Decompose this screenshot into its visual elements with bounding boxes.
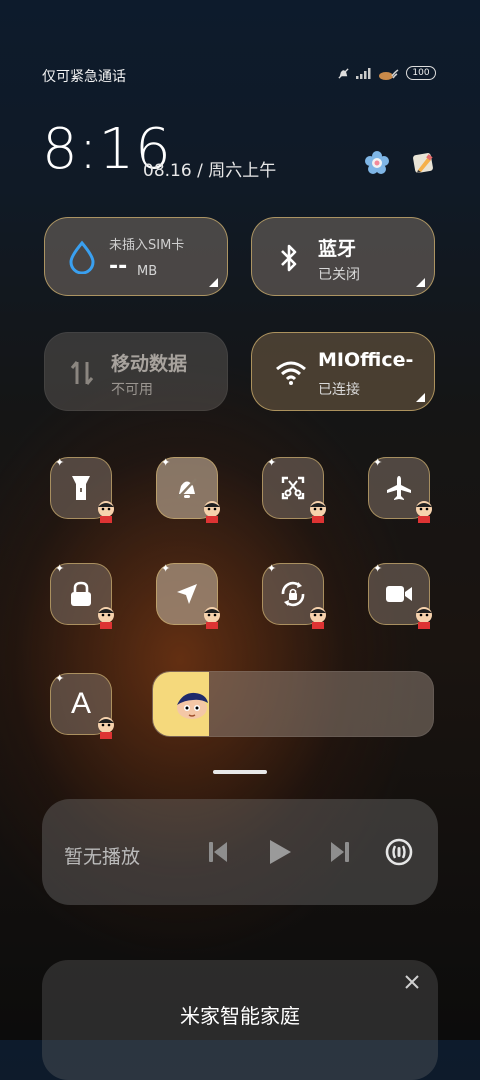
media-status-label: 暂无播放 bbox=[64, 846, 141, 868]
status-icons: 100 bbox=[337, 66, 436, 80]
bluetooth-status: 已关闭 bbox=[318, 267, 360, 283]
cartoon-sticker-icon bbox=[416, 501, 432, 523]
flower-settings-icon[interactable] bbox=[364, 150, 390, 180]
mute-bell-icon bbox=[177, 478, 197, 499]
video-icon bbox=[386, 586, 412, 602]
wlan-tile[interactable]: MIOffice- 已连接 bbox=[251, 332, 435, 411]
battery-icon: 100 bbox=[406, 66, 436, 80]
bluetooth-icon bbox=[281, 244, 297, 272]
mute-toggle[interactable]: ✦ bbox=[156, 456, 220, 523]
sparkle-icon: ✦ bbox=[161, 456, 171, 469]
location-toggle[interactable]: ✦ bbox=[156, 562, 220, 629]
mobile-data-title: 移动数据 bbox=[111, 353, 188, 375]
panel-drag-handle[interactable] bbox=[213, 770, 267, 774]
clock-date: 08.16 / 周六上午 bbox=[143, 161, 277, 181]
data-usage-tile[interactable]: 未插入SIM卡 -- MB bbox=[44, 217, 228, 296]
bluetooth-tile[interactable]: 蓝牙 已关闭 bbox=[251, 217, 435, 296]
wlan-status: 已连接 bbox=[318, 382, 360, 398]
cartoon-sticker-icon bbox=[204, 607, 220, 629]
droplet-icon bbox=[69, 240, 95, 274]
brightness-slider[interactable] bbox=[152, 671, 434, 737]
smart-home-title: 米家智能家庭 bbox=[180, 1004, 300, 1028]
expand-corner-icon bbox=[416, 393, 425, 402]
sparkle-icon: ✦ bbox=[161, 562, 171, 575]
smart-home-card[interactable]: 米家智能家庭 bbox=[42, 960, 438, 1080]
data-arrows-icon bbox=[70, 361, 94, 385]
previous-track-icon[interactable] bbox=[208, 841, 228, 863]
expand-corner-icon bbox=[416, 278, 425, 287]
data-usage-value: -- bbox=[109, 254, 128, 279]
sparkle-icon: ✦ bbox=[55, 562, 65, 575]
cartoon-face-icon bbox=[177, 692, 208, 719]
wlan-ssid: MIOffice- bbox=[318, 349, 414, 371]
data-usage-unit: MB bbox=[137, 264, 158, 279]
rotation-lock-toggle[interactable]: ✦ bbox=[262, 562, 326, 629]
cartoon-sticker-icon bbox=[98, 607, 114, 629]
bluetooth-title: 蓝牙 bbox=[318, 238, 357, 260]
cartoon-sticker-icon bbox=[98, 717, 114, 739]
screenshot-toggle[interactable]: ✦ bbox=[262, 456, 326, 523]
mobile-data-tile[interactable]: 移动数据 不可用 bbox=[44, 332, 228, 411]
mobile-data-status: 不可用 bbox=[111, 382, 153, 398]
carrier-status-text: 仅可紧急通话 bbox=[42, 69, 126, 85]
signal-icon bbox=[356, 68, 371, 79]
edit-pencil-icon[interactable] bbox=[410, 150, 436, 180]
screenshot-icon bbox=[281, 476, 305, 500]
sim-status-label: 未插入SIM卡 bbox=[109, 238, 185, 253]
cartoon-sticker-icon bbox=[98, 501, 114, 523]
auto-brightness-label: A bbox=[70, 687, 91, 720]
sparkle-icon: ✦ bbox=[55, 672, 65, 685]
rotation-lock-icon bbox=[281, 581, 305, 607]
cartoon-sticker-icon bbox=[310, 607, 326, 629]
sparkle-icon: ✦ bbox=[55, 456, 65, 469]
close-icon[interactable] bbox=[404, 974, 420, 990]
next-track-icon[interactable] bbox=[330, 841, 350, 863]
cartoon-sticker-icon bbox=[310, 501, 326, 523]
lock-screen-toggle[interactable]: ✦ bbox=[50, 562, 114, 629]
location-icon bbox=[177, 584, 197, 604]
silent-bell-icon bbox=[338, 67, 349, 79]
sparkle-icon: ✦ bbox=[373, 456, 383, 469]
wifi-signal-icon bbox=[276, 361, 306, 385]
wifi-icon bbox=[379, 69, 399, 80]
media-player-card: 暂无播放 bbox=[42, 799, 438, 905]
sparkle-icon: ✦ bbox=[267, 562, 277, 575]
play-icon[interactable] bbox=[268, 839, 292, 865]
flashlight-icon bbox=[72, 476, 90, 500]
sparkle-icon: ✦ bbox=[267, 456, 277, 469]
cartoon-sticker-icon bbox=[204, 501, 220, 523]
auto-brightness-toggle[interactable]: ✦ A bbox=[50, 672, 114, 739]
lock-icon bbox=[71, 581, 91, 606]
cast-audio-icon[interactable] bbox=[384, 837, 414, 867]
cartoon-sticker-icon bbox=[416, 607, 432, 629]
flashlight-toggle[interactable]: ✦ bbox=[50, 456, 114, 523]
airplane-toggle[interactable]: ✦ bbox=[368, 456, 432, 523]
screen-record-toggle[interactable]: ✦ bbox=[368, 562, 432, 629]
expand-corner-icon bbox=[209, 278, 218, 287]
airplane-icon bbox=[387, 476, 411, 500]
sparkle-icon: ✦ bbox=[373, 562, 383, 575]
